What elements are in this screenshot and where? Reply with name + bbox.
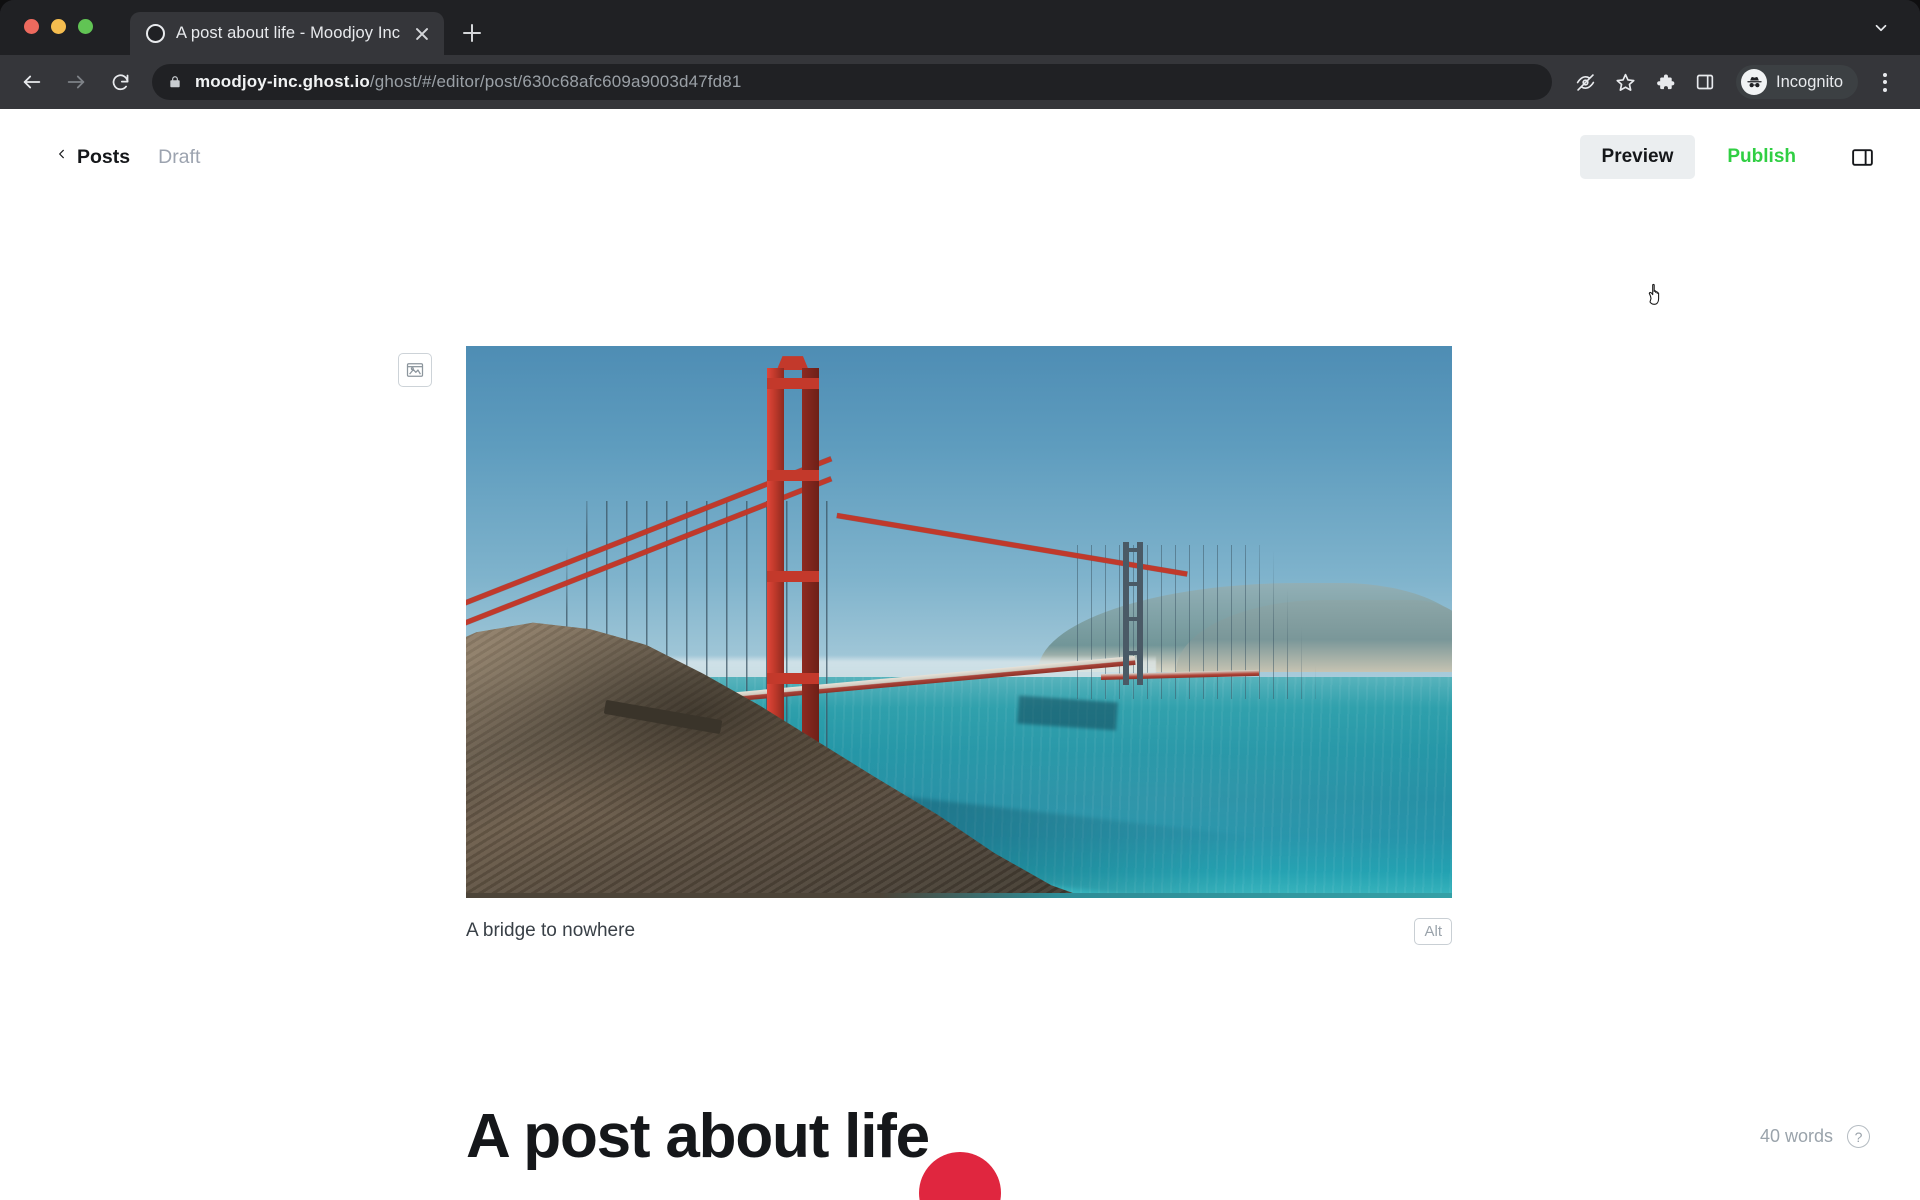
- incognito-avatar-icon: [1741, 69, 1768, 95]
- image-placeholder-icon[interactable]: [398, 353, 432, 387]
- sidebar-panel-icon[interactable]: [1840, 135, 1884, 179]
- word-count-label: 40 words: [1759, 1126, 1833, 1146]
- ghost-editor-page: Posts Draft Preview Publish A bridge to …: [0, 109, 1920, 1200]
- ghost-circle-icon: [146, 24, 165, 43]
- preview-button[interactable]: Preview: [1579, 135, 1696, 179]
- close-window-button[interactable]: [24, 19, 39, 34]
- arrow-right-icon[interactable]: [56, 62, 96, 102]
- profile-label: Incognito: [1776, 72, 1843, 91]
- close-icon[interactable]: [411, 23, 433, 45]
- chevron-down-icon[interactable]: [1864, 11, 1898, 45]
- image-caption[interactable]: A bridge to nowhere: [466, 920, 635, 942]
- post-status-label: Draft: [158, 145, 201, 168]
- tab-strip: A post about life - Moodjoy Inc: [0, 0, 1920, 55]
- back-to-posts-label: Posts: [77, 145, 131, 168]
- tabs-container: A post about life - Moodjoy Inc: [130, 0, 490, 55]
- arrow-left-icon[interactable]: [12, 62, 52, 102]
- feature-image-block: A bridge to nowhere Alt: [398, 346, 1452, 948]
- browser-toolbar: moodjoy-inc.ghost.io/ghost/#/editor/post…: [0, 55, 1920, 109]
- editor-canvas[interactable]: A bridge to nowhere Alt A post about lif…: [0, 205, 1920, 1200]
- help-circle-icon[interactable]: ?: [1847, 1125, 1870, 1148]
- word-count-bar: 40 words ?: [1760, 1125, 1870, 1148]
- caption-row: A bridge to nowhere Alt: [466, 914, 1452, 948]
- browser-window: A post about life - Moodjoy Inc moodjoy-…: [0, 0, 1920, 1200]
- editor-header-left: Posts Draft: [56, 145, 200, 169]
- bookmark-star-icon[interactable]: [1606, 63, 1644, 101]
- feature-image[interactable]: [466, 346, 1452, 898]
- browser-tab[interactable]: A post about life - Moodjoy Inc: [130, 12, 445, 55]
- address-bar[interactable]: moodjoy-inc.ghost.io/ghost/#/editor/post…: [152, 64, 1553, 100]
- tab-title: A post about life - Moodjoy Inc: [176, 24, 401, 42]
- kebab-menu-icon[interactable]: [1868, 63, 1902, 101]
- url-host: moodjoy-inc.ghost.io: [195, 72, 370, 91]
- url-path: /ghost/#/editor/post/630c68afc609a9003d4…: [369, 72, 742, 91]
- alt-text-badge[interactable]: Alt: [1414, 917, 1452, 945]
- maximize-window-button[interactable]: [78, 19, 93, 34]
- reload-icon[interactable]: [100, 62, 140, 102]
- new-tab-button[interactable]: [454, 15, 490, 51]
- back-to-posts-link[interactable]: Posts: [56, 145, 130, 169]
- minimize-window-button[interactable]: [51, 19, 66, 34]
- extensions-puzzle-icon[interactable]: [1646, 63, 1684, 101]
- toolbar-icons: [1566, 63, 1724, 101]
- eye-off-icon[interactable]: [1566, 63, 1604, 101]
- publish-button[interactable]: Publish: [1705, 135, 1818, 179]
- editor-header: Posts Draft Preview Publish: [0, 109, 1920, 205]
- side-panel-icon[interactable]: [1686, 63, 1724, 101]
- profile-chip[interactable]: Incognito: [1736, 65, 1858, 99]
- window-traffic-lights: [24, 19, 93, 34]
- lock-icon: [168, 74, 182, 90]
- editor-header-right: Preview Publish: [1579, 135, 1884, 179]
- chevron-left-icon: [56, 145, 67, 169]
